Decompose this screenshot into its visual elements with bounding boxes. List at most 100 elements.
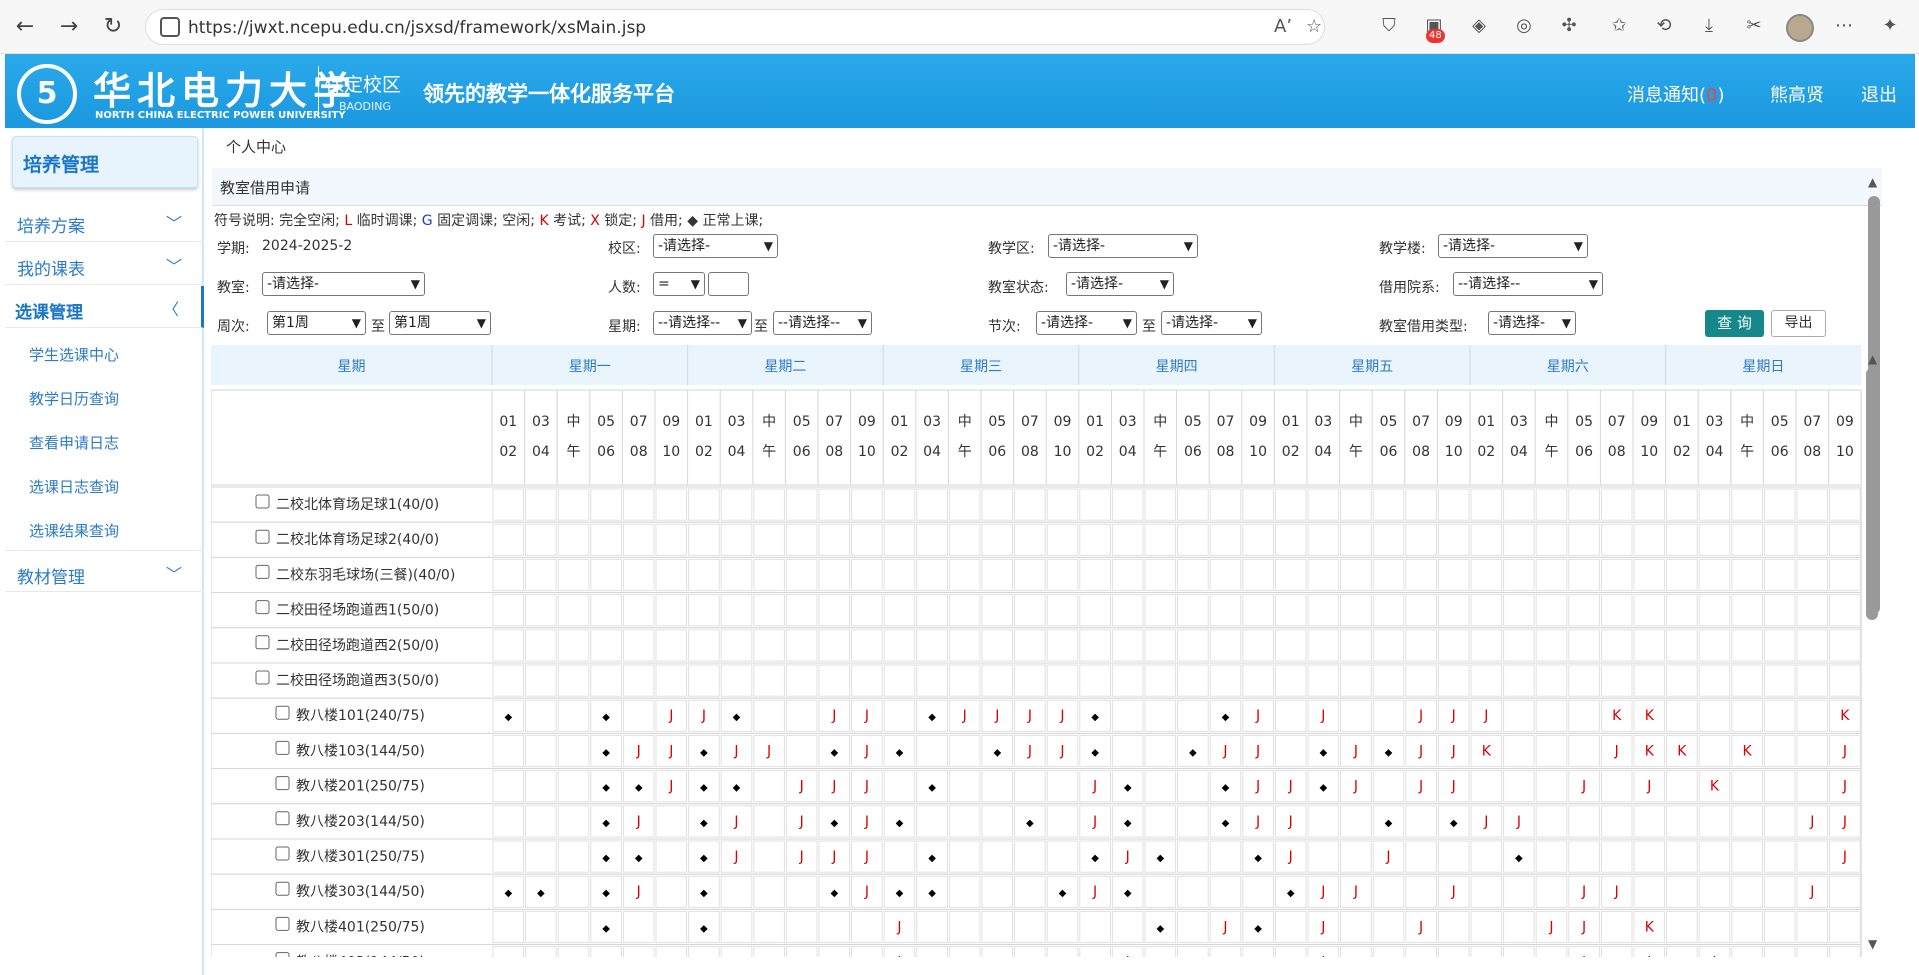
url-text[interactable]: https://jwxt.ncepu.edu.cn/jsxsd/framewor… [188,18,646,38]
history-icon[interactable]: ⟲ [1650,12,1678,40]
period-label: 07 [1803,414,1821,430]
extensions-puzzle-icon[interactable]: ✣ [1555,12,1583,40]
people-count-input[interactable] [708,272,749,296]
schedule-cell [1437,946,1470,957]
platform-slogan: 领先的教学一体化服务平台 [423,82,675,106]
schedule-cell [785,946,818,957]
schedule-cell [1796,699,1829,732]
mark-borrow: J [831,849,836,865]
schedule-cell [1307,523,1340,556]
schedule-cell [1796,629,1829,662]
people-operator-select[interactable]: = ▼ [653,272,705,296]
schedule-cell [1503,594,1535,627]
sub-item-selection-log[interactable]: 选课日志查询 [29,476,119,497]
table-scrollbar-thumb[interactable] [1866,368,1878,620]
address-bar[interactable]: https://jwxt.ncepu.edu.cn/jsxsd/framewor… [145,9,1325,45]
sub-item-course-center[interactable]: 学生选课中心 [29,344,119,365]
mark-class: ◆ [1156,923,1164,934]
user-name-link[interactable]: 熊高贤 [1770,81,1824,107]
schedule-cell [557,875,590,908]
schedule-cell [916,558,948,592]
query-button[interactable]: 查 询 [1705,310,1764,337]
sidebar-item-course-selection[interactable]: 选课管理 〈 [5,286,204,328]
status-select[interactable]: -请选择- ▼ [1066,272,1174,296]
sub-item-application-log[interactable]: 查看申请日志 [29,432,119,453]
site-info-icon[interactable] [160,17,180,37]
room-name: 二校田径场跑道西2(50/0) [276,637,439,654]
refresh-icon[interactable]: ↻ [98,12,128,42]
type-select[interactable]: -请选择- ▼ [1488,311,1576,335]
status-select-value: -请选择- [1071,276,1124,292]
schedule-cell [1405,523,1437,556]
mark-exam: K [1677,743,1687,759]
schedule-cell [492,770,525,803]
room-select[interactable]: -请选择- ▼ [262,272,425,296]
download-icon[interactable]: ⤓ [1695,12,1723,40]
legend-k: K [539,213,549,229]
room-name: 教八楼401(250/75) [296,919,425,935]
mark-borrow: J [1711,955,1716,957]
section-to-select[interactable]: -请选择- ▼ [1161,311,1262,335]
period-label: 中 [1740,414,1754,430]
mark-class: ◆ [1124,818,1132,829]
favorite-star-icon[interactable]: ☆ [1306,16,1322,37]
day-to-select[interactable]: --请选择-- ▼ [773,311,872,335]
schedule-cell [1698,875,1731,908]
area-select[interactable]: -请选择- ▼ [1048,234,1198,258]
mark-class: ◆ [1385,747,1393,758]
sidebar-item-training-plan[interactable]: 培养方案 ﹀ [5,200,204,242]
export-button[interactable]: 导出 [1771,310,1826,337]
sub-item-selection-result[interactable]: 选课结果查询 [29,520,119,541]
breadcrumb[interactable]: 个人中心 [226,136,286,157]
scroll-down-icon[interactable]: ▼ [1868,937,1877,951]
mark-class: ◆ [896,818,904,829]
schedule-cell [916,594,948,627]
screenshot-icon[interactable]: ✂ [1740,12,1768,40]
copilot-icon[interactable]: ✦ [1876,12,1904,40]
wallet-extension-icon[interactable]: ◈ [1465,12,1493,40]
period-label: 08 [1217,444,1235,460]
mark-class: ◆ [896,747,904,758]
building-select[interactable]: -请选择- ▼ [1438,234,1588,258]
shield-extension-icon[interactable]: ⛉ [1375,12,1403,40]
profile-avatar[interactable] [1786,14,1814,42]
forward-icon[interactable]: → [54,12,84,42]
sidebar-title-label: 培养管理 [23,154,100,176]
schedule-cell [1144,664,1177,697]
back-icon[interactable]: ← [10,12,40,42]
mark-borrow: J [1027,708,1032,724]
logout-link[interactable]: 退出 [1861,81,1897,107]
mark-borrow: J [1288,814,1293,830]
schedule-cell [1633,558,1666,592]
sub-item-teaching-calendar[interactable]: 教学日历查询 [29,388,119,409]
scroll-up-icon[interactable]: ▲ [1868,175,1877,189]
sidebar-item-textbook[interactable]: 教材管理 ﹀ [5,550,204,592]
dept-select[interactable]: --请选择-- ▼ [1453,272,1603,296]
campus-select[interactable]: -请选择- ▼ [653,234,778,258]
week-to-select[interactable]: 第1周 ▼ [389,311,491,335]
section-from-select[interactable]: -请选择- ▼ [1036,311,1137,335]
period-label: 08 [1412,444,1430,460]
period-label: 05 [1184,414,1202,430]
schedule-cell [1470,946,1503,957]
sidebar-item-my-schedule[interactable]: 我的课表 ﹀ [5,243,204,285]
favorites-icon[interactable]: ✩ [1605,12,1633,40]
mark-borrow: J [864,708,869,724]
performance-icon[interactable]: ◎ [1510,12,1538,40]
period-label: 04 [1706,444,1724,460]
more-menu-icon[interactable]: ⋯ [1830,12,1858,40]
table-scroll-up-icon[interactable]: ▲ [1868,352,1877,366]
week-from-select[interactable]: 第1周 ▼ [267,311,366,335]
read-aloud-icon[interactable]: Aʼ [1274,16,1292,37]
schedule-cell [883,664,916,697]
schedule-cell [1405,805,1437,838]
semester-value: 2024-2025-2 [262,238,353,254]
schedule-cell [883,488,916,521]
schedule-cell [916,910,948,944]
day-from-select[interactable]: --请选择-- ▼ [653,311,752,335]
schedule-cell [1535,840,1568,873]
schedule-cell [525,840,557,873]
schedule-cell [688,629,720,662]
notice-link[interactable]: 消息通知(0) [1627,81,1725,107]
period-label: 10 [1249,444,1267,460]
